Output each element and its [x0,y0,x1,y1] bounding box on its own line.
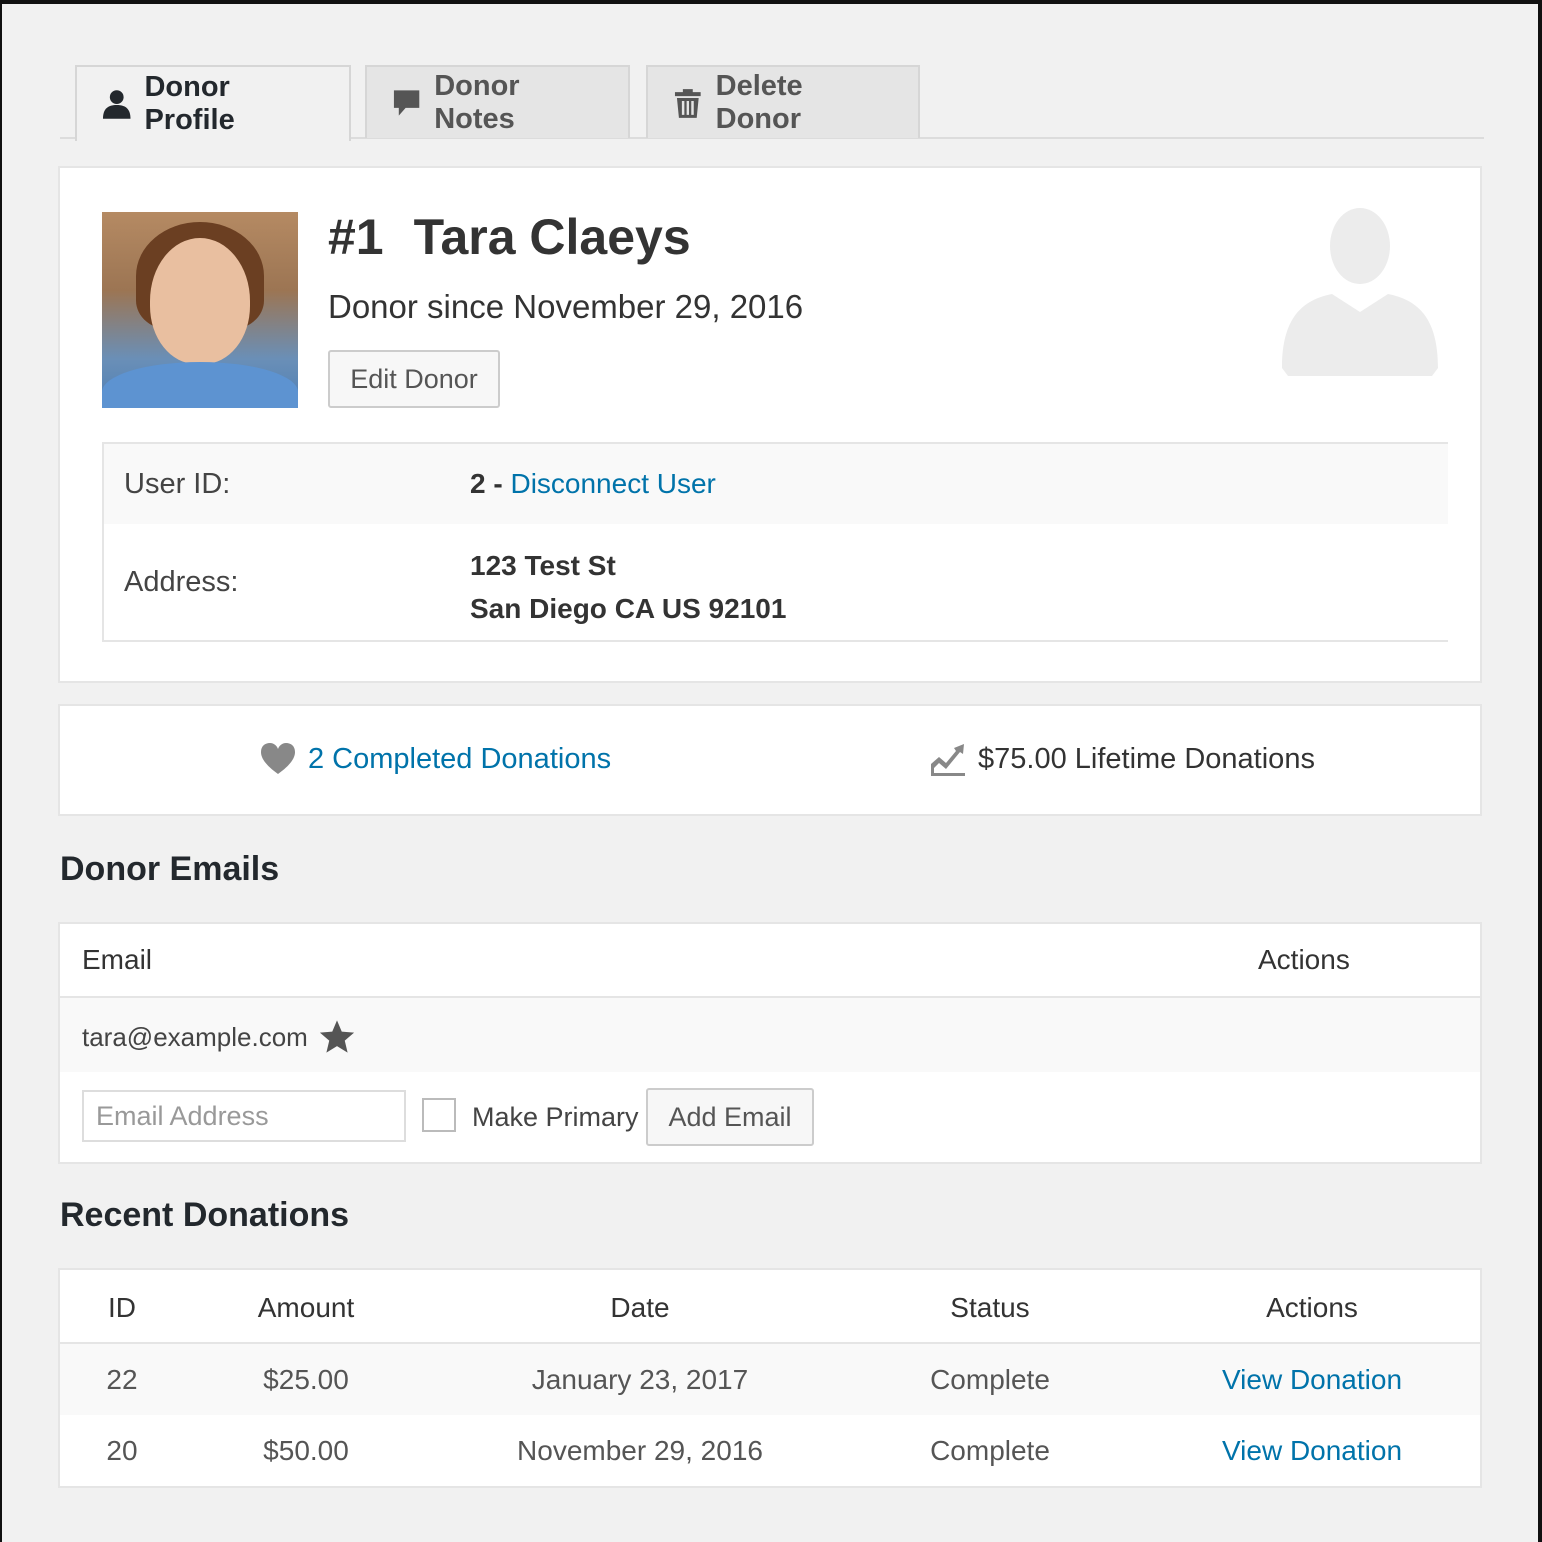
donor-emails-table: Email Actions tara@example.com Make Prim… [58,922,1482,1164]
email-address-input[interactable] [82,1090,406,1142]
star-icon [319,1020,354,1053]
address-label: Address: [124,566,239,598]
donor-info-table: User ID: 2 - Disconnect User Address: 12… [102,442,1448,642]
donor-profile-card: #1 Tara Claeys Donor since November 29, 2… [58,166,1482,683]
donor-page: Donor Profile Donor Notes Delete Donor #… [2,4,1538,1542]
chart-icon [931,744,965,776]
add-email-row: Make Primary Add Email [60,1072,1480,1162]
donation-status: Complete [930,1364,1050,1395]
table-header: Email Actions [60,924,1480,998]
email-column-header: Email [82,944,153,975]
edit-donor-button[interactable]: Edit Donor [328,350,500,408]
tab-donor-profile[interactable]: Donor Profile [75,65,351,141]
donor-photo [102,212,298,408]
donation-id: 20 [106,1435,138,1466]
address-line1: 123 Test St [470,550,616,581]
actions-column-header: Actions [1266,1292,1358,1323]
table-row: 20 $50.00 November 29, 2016 Complete Vie… [60,1415,1480,1486]
donation-amount: $25.00 [263,1364,349,1395]
date-column-header: Date [610,1292,670,1323]
user-id-value: 2 - Disconnect User [470,468,716,500]
donation-stats-card: 2 Completed Donations $75.00 Lifetime Do… [58,704,1482,816]
address-row: Address: 123 Test St San Diego CA US 921… [104,524,1448,640]
donor-name: Tara Claeys [413,209,691,265]
view-donation-link[interactable]: View Donation [1222,1364,1402,1396]
make-primary-label: Make Primary [472,1102,639,1132]
donation-date: January 23, 2017 [531,1364,749,1395]
table-row: tara@example.com [60,998,1480,1072]
recent-donations-heading: Recent Donations [60,1196,350,1234]
email-cell: tara@example.com [82,1018,356,1056]
view-donation-link[interactable]: View Donation [1222,1435,1402,1467]
address-line2: San Diego CA US 92101 [470,593,787,624]
tab-bar: Donor Profile Donor Notes Delete Donor [60,65,1484,141]
default-avatar-icon [1282,208,1438,378]
lifetime-donations-text: $75.00 Lifetime Donations [978,742,1315,775]
completed-donations-stat: 2 Completed Donations [260,742,611,776]
tab-label: Delete Donor [715,69,803,135]
add-email-button[interactable]: Add Email [646,1088,814,1146]
tab-label: Donor Notes [434,69,520,135]
user-id-label: User ID: [124,468,231,500]
status-column-header: Status [950,1292,1030,1323]
amount-column-header: Amount [257,1292,355,1323]
donation-date: November 29, 2016 [517,1435,763,1466]
address-value: 123 Test St San Diego CA US 92101 [470,544,786,630]
table-row: 22 $25.00 January 23, 2017 Complete View… [60,1344,1480,1415]
donor-number: #1 [328,209,384,265]
lifetime-donations-stat: $75.00 Lifetime Donations [930,742,1315,776]
tab-delete-donor[interactable]: Delete Donor [646,65,920,138]
heart-icon [261,743,295,774]
donation-status: Complete [930,1435,1050,1466]
user-icon [102,90,131,119]
tab-label: Donor Profile [144,71,235,136]
recent-donations-table: ID Amount Date Status Actions 22 $25.00 … [58,1268,1482,1488]
make-primary-checkbox[interactable] [422,1098,456,1132]
email-address: tara@example.com [82,1021,308,1052]
donation-amount: $50.00 [263,1435,349,1466]
tab-donor-notes[interactable]: Donor Notes [365,65,630,138]
user-id-number: 2 - [470,468,503,499]
id-column-header: ID [108,1292,136,1323]
donor-since: Donor since November 29, 2016 [328,288,804,325]
donor-emails-heading: Donor Emails [60,850,280,888]
completed-donations-link[interactable]: 2 Completed Donations [308,743,611,776]
comment-icon [393,89,420,116]
disconnect-user-link[interactable]: Disconnect User [510,468,715,499]
donor-name-heading: #1 Tara Claeys [328,208,691,266]
user-id-row: User ID: 2 - Disconnect User [104,444,1448,524]
donation-id: 22 [106,1364,138,1395]
trash-icon [674,88,701,118]
table-header: ID Amount Date Status Actions [60,1270,1480,1344]
actions-column-header: Actions [1258,944,1350,975]
